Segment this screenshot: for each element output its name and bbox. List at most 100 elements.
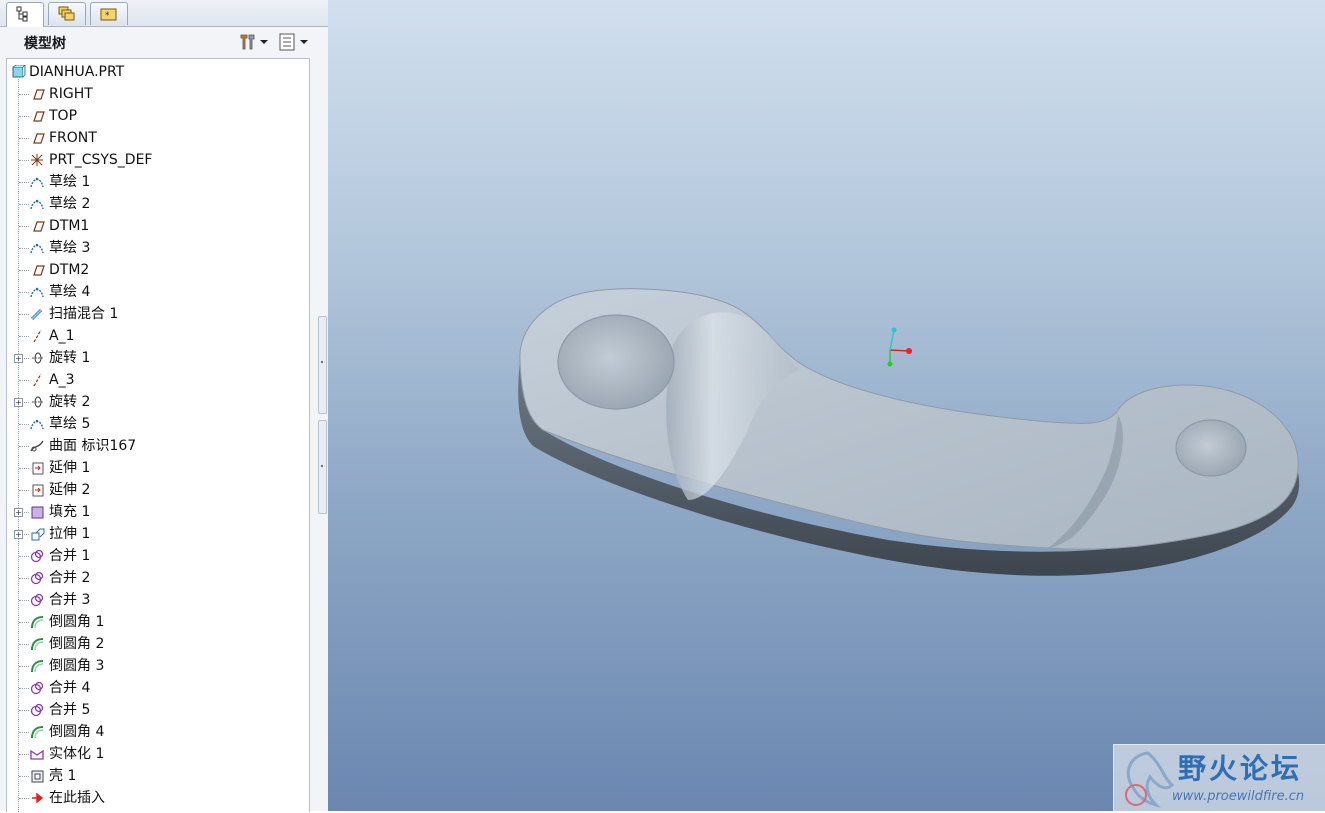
tree-connector (19, 94, 29, 95)
tree-item[interactable]: 延伸 1 (7, 457, 309, 479)
swept-blend-icon (30, 308, 43, 321)
tree-item[interactable]: 曲面 标识167 (7, 435, 309, 457)
solidify-icon (30, 749, 44, 760)
insert-here-icon (32, 792, 44, 804)
tree-item[interactable]: A_1 (7, 325, 309, 347)
tree-connector (19, 644, 29, 645)
show-menu-button[interactable] (278, 31, 310, 53)
tree-item[interactable]: DTM1 (7, 215, 309, 237)
tree-item[interactable]: 壳 1 (7, 765, 309, 787)
revolve-icon (32, 352, 43, 364)
datum-plane-icon (33, 111, 45, 122)
svg-text:*: * (105, 11, 110, 21)
tree-connector (19, 424, 29, 425)
settings-menu-button[interactable] (238, 31, 270, 53)
tree-item[interactable]: 延伸 2 (7, 479, 309, 501)
csys-icon (31, 154, 43, 166)
tree-item-label: 实体化 1 (49, 746, 105, 762)
tree-item[interactable]: TOP (7, 105, 309, 127)
revolve-icon (32, 396, 43, 408)
tree-item[interactable]: 合并 2 (7, 567, 309, 589)
expand-toggle-icon[interactable]: + (14, 530, 23, 539)
tree-item[interactable]: 草绘 1 (7, 171, 309, 193)
left-hole-dimple (557, 314, 675, 410)
tree-item[interactable]: 实体化 1 (7, 743, 309, 765)
tree-item[interactable]: PRT_CSYS_DEF (7, 149, 309, 171)
axis-icon (33, 329, 42, 343)
tree-item-label: 草绘 3 (49, 240, 91, 256)
part-3d-model[interactable] (328, 0, 1325, 811)
tree-item[interactable]: DTM2 (7, 259, 309, 281)
tree-item[interactable]: 倒圆角 1 (7, 611, 309, 633)
tree-item-label: 倒圆角 3 (49, 658, 105, 674)
extend-icon (32, 484, 44, 497)
tree-item[interactable]: 草绘 3 (7, 237, 309, 259)
model-tree-icon (16, 6, 28, 22)
tree-item[interactable]: 草绘 4 (7, 281, 309, 303)
tab-layers[interactable] (48, 2, 86, 25)
tree-item[interactable]: 草绘 2 (7, 193, 309, 215)
tree-item-label: A_1 (49, 328, 75, 344)
tree-item-label: 合并 5 (49, 702, 91, 718)
merge-icon (30, 549, 44, 563)
merge-icon (30, 681, 44, 695)
expand-toggle-icon[interactable]: + (14, 398, 23, 407)
panel-splitter-handle[interactable] (318, 316, 327, 414)
tree-item-label: 草绘 4 (49, 284, 91, 300)
tree-item[interactable]: 在此插入 (7, 787, 309, 809)
layers-icon (58, 6, 75, 21)
tree-item-label: 壳 1 (49, 768, 77, 784)
tree-connector (19, 446, 29, 447)
tree-item[interactable]: A_3 (7, 369, 309, 391)
tree-item-label: RIGHT (49, 86, 93, 102)
tree-item[interactable]: 扫描混合 1 (7, 303, 309, 325)
tree-item-label: DTM2 (49, 262, 90, 278)
tree-item[interactable]: 合并 3 (7, 589, 309, 611)
extend-icon (32, 462, 44, 475)
tree-item[interactable]: 合并 1 (7, 545, 309, 567)
expand-toggle-icon[interactable]: + (14, 354, 23, 363)
tab-favorites[interactable]: * (90, 2, 128, 25)
tree-item-label: DTM1 (49, 218, 90, 234)
axis-icon (33, 373, 42, 387)
expand-toggle-icon[interactable]: + (14, 508, 23, 517)
tree-item-label: 延伸 1 (49, 460, 91, 476)
tab-model-tree[interactable] (6, 2, 44, 27)
tree-item[interactable]: + 旋转 2 (7, 391, 309, 413)
tree-connector (19, 578, 29, 579)
tree-item-label: A_3 (49, 372, 75, 388)
tree-item[interactable]: FRONT (7, 127, 309, 149)
tree-item[interactable]: 倒圆角 2 (7, 633, 309, 655)
tree-item[interactable]: 草绘 5 (7, 413, 309, 435)
datum-plane-icon (33, 89, 45, 100)
tree-item[interactable]: 倒圆角 4 (7, 721, 309, 743)
tree-item-label: 合并 3 (49, 592, 91, 608)
tree-item[interactable]: 合并 4 (7, 677, 309, 699)
round-icon (31, 616, 44, 629)
tree-item[interactable]: RIGHT (7, 83, 309, 105)
favorites-folder-icon: * (100, 8, 117, 21)
fill-icon (31, 506, 44, 519)
tree-item-label: 拉伸 1 (49, 526, 91, 542)
panel-splitter-handle[interactable] (318, 420, 327, 514)
tree-item-label: 草绘 1 (49, 174, 91, 190)
tree-item-label: 倒圆角 4 (49, 724, 105, 740)
tree-root-item[interactable]: DIANHUA.PRT (7, 61, 309, 83)
tree-item[interactable]: + 旋转 1 (7, 347, 309, 369)
model-tree[interactable]: DIANHUA.PRT RIGHT TOP FRONT PRT_CSYS_DEF 草绘 … (6, 58, 310, 812)
tree-connector (19, 490, 29, 491)
sketch-icon (30, 243, 44, 254)
tree-item-label: 填充 1 (49, 504, 91, 520)
tree-connector (19, 710, 29, 711)
tree-connector (19, 622, 29, 623)
tree-item[interactable]: 合并 5 (7, 699, 309, 721)
tree-item[interactable]: + 拉伸 1 (7, 523, 309, 545)
tree-connector (19, 292, 29, 293)
tree-item-label: PRT_CSYS_DEF (49, 152, 153, 168)
tree-item[interactable]: + 填充 1 (7, 501, 309, 523)
graphics-viewport[interactable] (328, 0, 1325, 811)
tree-item[interactable]: 倒圆角 3 (7, 655, 309, 677)
list-icon (279, 33, 295, 51)
tree-connector (19, 754, 29, 755)
tree-connector (19, 732, 29, 733)
